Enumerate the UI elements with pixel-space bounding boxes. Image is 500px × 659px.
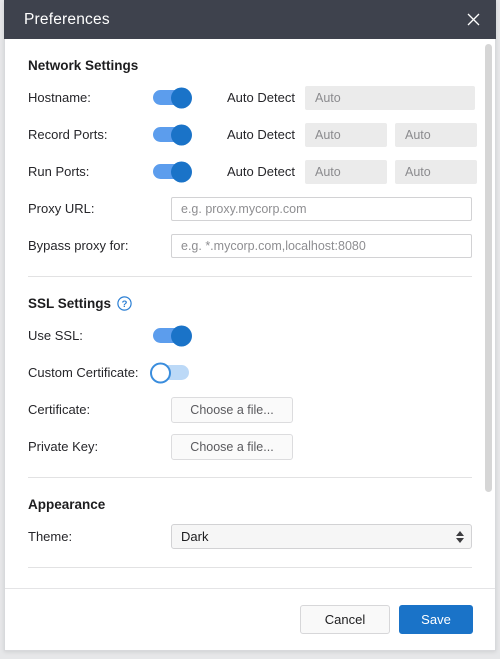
row-custom-certificate: Custom Certificate: <box>28 354 472 391</box>
theme-select-value[interactable]: Dark <box>171 524 472 549</box>
theme-label: Theme: <box>28 529 153 544</box>
dialog-footer: Cancel Save <box>5 588 495 650</box>
toggle-knob <box>171 87 192 108</box>
hostname-auto-detect-toggle[interactable] <box>153 90 189 105</box>
run-ports-input-2[interactable] <box>395 160 477 184</box>
row-use-ssl: Use SSL: <box>28 317 472 354</box>
custom-certificate-toggle[interactable] <box>153 365 189 380</box>
record-ports-input-2[interactable] <box>395 123 477 147</box>
bypass-proxy-input[interactable] <box>171 234 472 258</box>
use-ssl-toggle[interactable] <box>153 328 189 343</box>
row-certificate: Certificate: Choose a file... <box>28 391 472 428</box>
section-heading-ssl: SSL Settings ? <box>28 277 472 317</box>
record-ports-input-1[interactable] <box>305 123 387 147</box>
private-key-label: Private Key: <box>28 439 153 454</box>
chevron-down-icon <box>456 538 464 543</box>
section-heading-feedback-label: Help Us Improve TestCafe Studio <box>28 587 240 588</box>
custom-certificate-label: Custom Certificate: <box>28 365 153 380</box>
row-hostname: Hostname: Auto Detect <box>28 79 472 116</box>
close-icon[interactable] <box>460 7 486 33</box>
hostname-label: Hostname: <box>28 90 153 105</box>
preferences-content: Network Settings Hostname: Auto Detect R… <box>5 39 495 588</box>
use-ssl-label: Use SSL: <box>28 328 153 343</box>
run-ports-input-1[interactable] <box>305 160 387 184</box>
help-circle-icon[interactable]: ? <box>117 296 132 311</box>
certificate-choose-file-button[interactable]: Choose a file... <box>171 397 293 423</box>
section-heading-appearance: Appearance <box>28 478 472 518</box>
scrollbar-thumb[interactable] <box>485 44 492 492</box>
toggle-knob <box>171 124 192 145</box>
certificate-label: Certificate: <box>28 402 153 417</box>
close-glyph <box>467 13 480 26</box>
hostname-input[interactable] <box>305 86 475 110</box>
record-ports-label: Record Ports: <box>28 127 153 142</box>
save-button[interactable]: Save <box>399 605 473 634</box>
proxy-url-input[interactable] <box>171 197 472 221</box>
proxy-url-label: Proxy URL: <box>28 201 153 216</box>
hostname-auto-detect-label: Auto Detect <box>227 90 305 105</box>
preferences-scroll-container: Network Settings Hostname: Auto Detect R… <box>5 39 495 588</box>
dialog-titlebar: Preferences <box>4 0 496 39</box>
row-run-ports: Run Ports: Auto Detect <box>28 153 472 190</box>
theme-select[interactable]: Dark <box>171 524 472 549</box>
run-ports-auto-detect-toggle[interactable] <box>153 164 189 179</box>
row-bypass-proxy: Bypass proxy for: <box>28 227 472 264</box>
cancel-button[interactable]: Cancel <box>300 605 390 634</box>
section-heading-network-label: Network Settings <box>28 58 138 73</box>
section-heading-ssl-label: SSL Settings <box>28 296 111 311</box>
section-heading-network: Network Settings <box>28 39 472 79</box>
toggle-knob <box>171 325 192 346</box>
bypass-proxy-label: Bypass proxy for: <box>28 238 153 253</box>
run-ports-auto-detect-label: Auto Detect <box>227 164 305 179</box>
row-record-ports: Record Ports: Auto Detect <box>28 116 472 153</box>
row-theme: Theme: Dark <box>28 518 472 555</box>
run-ports-label: Run Ports: <box>28 164 153 179</box>
preferences-dialog: Preferences Network Settings Hostname: A… <box>4 0 496 651</box>
private-key-choose-file-button[interactable]: Choose a file... <box>171 434 293 460</box>
record-ports-auto-detect-label: Auto Detect <box>227 127 305 142</box>
toggle-knob <box>171 161 192 182</box>
row-private-key: Private Key: Choose a file... <box>28 428 472 465</box>
row-proxy-url: Proxy URL: <box>28 190 472 227</box>
dialog-title: Preferences <box>24 11 110 29</box>
help-circle-glyph: ? <box>117 296 132 311</box>
stepper-arrows-icon <box>456 531 464 543</box>
section-heading-appearance-label: Appearance <box>28 497 105 512</box>
svg-text:?: ? <box>122 299 128 310</box>
chevron-up-icon <box>456 531 464 536</box>
toggle-knob <box>150 362 171 383</box>
record-ports-auto-detect-toggle[interactable] <box>153 127 189 142</box>
section-heading-feedback: Help Us Improve TestCafe Studio <box>28 568 472 588</box>
